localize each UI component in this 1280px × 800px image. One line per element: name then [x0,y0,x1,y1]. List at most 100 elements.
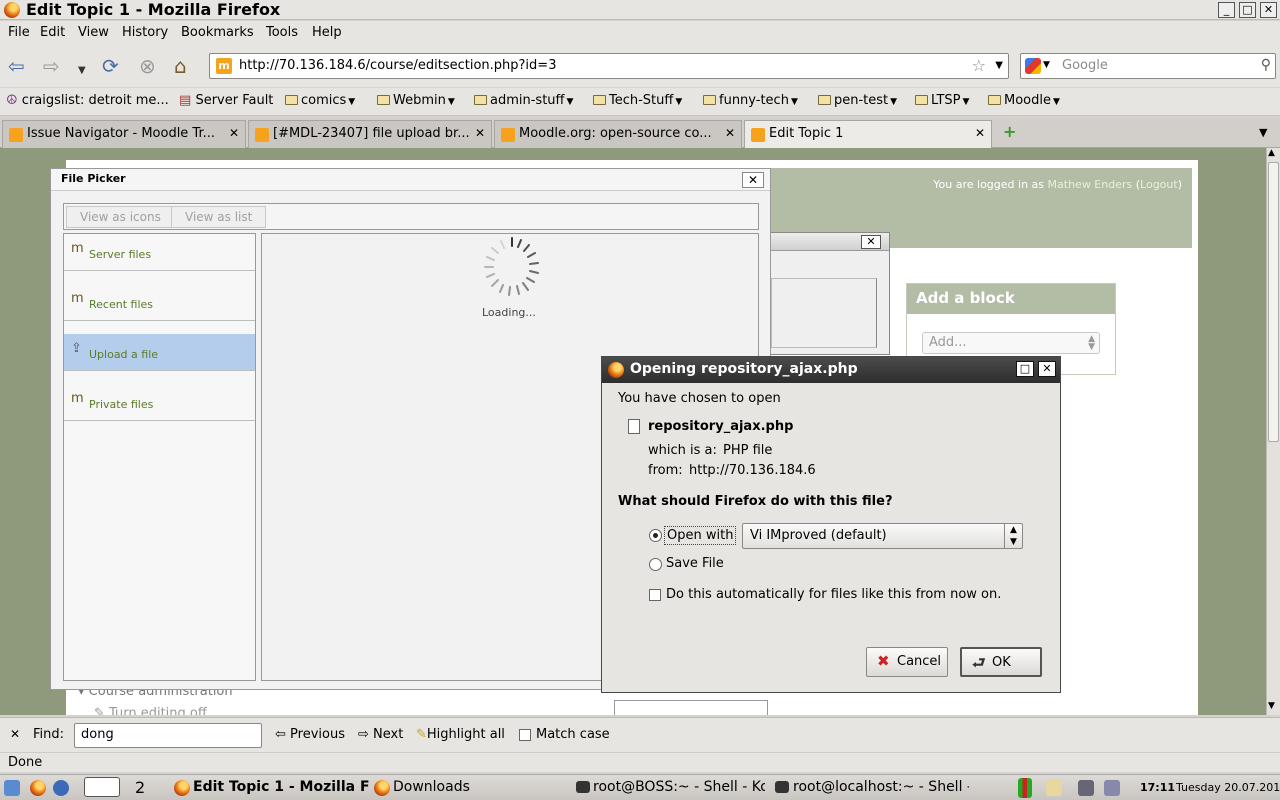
desktop-1-pager[interactable] [84,777,120,797]
forward-icon[interactable]: ⇨ [43,56,60,76]
bookmark-star-icon[interactable]: ☆ [972,56,986,75]
klipper-icon[interactable] [1046,780,1062,796]
find-next-button[interactable]: ⇨ Next [358,727,403,742]
bookmark-folder-ltsp[interactable]: LTSP ▼ [915,93,969,108]
cancel-icon: ✖ [877,652,890,670]
bookmark-serverfault[interactable]: ▤ Server Fault [179,93,273,108]
match-case-checkbox[interactable] [519,729,531,741]
view-as-icons-button[interactable]: View as icons [66,206,175,228]
new-tab-icon[interactable]: + [1003,122,1016,141]
clock-time[interactable]: 17:11 [1140,781,1175,794]
bookmark-craigslist[interactable]: ☮ craigslist: detroit me... [6,93,169,108]
moodle-repo-icon: m [71,241,84,256]
save-file-radio[interactable] [649,558,662,571]
back-icon[interactable]: ⇦ [8,56,25,76]
tab-close-icon[interactable]: ✕ [725,126,735,140]
network-icon[interactable] [1078,780,1094,796]
find-previous-button[interactable]: ⇦ Previous [275,727,345,742]
dialog-close-icon[interactable]: ✕ [1038,361,1056,377]
select-arrows-icon: ▲ ▼ [1088,334,1095,352]
bookmark-folder-tech-stuff[interactable]: Tech-Stuff ▼ [593,93,682,108]
auto-checkbox-label[interactable]: Do this automatically for files like thi… [666,587,1001,602]
find-input[interactable]: dong [74,723,262,748]
bookmark-folder-webmin[interactable]: Webmin ▼ [377,93,455,108]
repo-server-files[interactable]: m Server files [64,234,255,271]
scroll-up-icon[interactable]: ▲ [1268,148,1275,158]
minimize-button[interactable]: _ [1218,2,1235,18]
bookmark-folder-comics[interactable]: comics ▼ [285,93,355,108]
menu-view[interactable]: View [78,25,109,40]
home-icon[interactable]: ⌂ [174,56,187,76]
tab-moodle-org[interactable]: Moodle.org: open-source co... ✕ [494,120,742,148]
menu-bookmarks[interactable]: Bookmarks [181,25,254,40]
tab-close-icon[interactable]: ✕ [229,126,239,140]
dialog-maximize-icon[interactable]: □ [1016,361,1034,377]
repo-upload-a-file[interactable]: ⇪ Upload a file [64,334,255,371]
download-dialog: Opening repository_ajax.php □ ✕ You have… [601,356,1061,693]
google-engine-icon[interactable] [1025,58,1041,74]
url-text[interactable]: http://70.136.184.6/course/editsection.p… [239,58,556,73]
user-link[interactable]: Mathew Enders [1048,178,1133,191]
logout-link[interactable]: Logout [1140,178,1178,191]
menu-tools[interactable]: Tools [266,25,298,40]
find-close-icon[interactable]: ✕ [10,727,20,741]
file-picker-close-icon[interactable]: ✕ [742,172,764,188]
menu-help[interactable]: Help [312,25,342,40]
task-edit-topic[interactable]: Edit Topic 1 - Mozilla Fire [193,779,369,795]
search-magnifier-icon[interactable]: ⚲ [1261,57,1271,73]
menu-file[interactable]: File [8,25,30,40]
tab-edit-topic-1[interactable]: Edit Topic 1 ✕ [744,120,992,150]
repository-list: m Server files m Recent files ⇪ Upload a fi… [63,233,256,681]
desktop-2-pager[interactable]: 2 [135,778,145,797]
auto-checkbox[interactable] [649,589,661,601]
maximize-button[interactable]: □ [1239,2,1256,18]
url-bar[interactable]: m http://70.136.184.6/course/editsection… [209,53,1009,79]
open-with-radio[interactable] [649,529,662,542]
task-downloads[interactable]: Downloads [393,779,483,795]
system-monitor-icon[interactable] [1018,778,1032,798]
tab-list-icon[interactable]: ▼ [1259,126,1267,139]
bookmark-folder-pen-test[interactable]: pen-test ▼ [818,93,897,108]
tab-close-icon[interactable]: ✕ [975,126,985,140]
tab-issue-navigator[interactable]: Issue Navigator - Moodle Tr... ✕ [2,120,246,148]
history-dropdown-icon[interactable]: ▼ [78,61,86,81]
repo-recent-files[interactable]: m Recent files [64,284,255,321]
scroll-thumb[interactable] [1268,162,1279,442]
background-dialog-close-icon[interactable]: ✕ [861,235,881,249]
bookmark-folder-moodle[interactable]: Moodle ▼ [988,93,1060,108]
volume-icon[interactable] [1104,780,1120,796]
kde-menu-icon[interactable] [4,780,20,796]
bookmark-folder-funny-tech[interactable]: funny-tech ▼ [703,93,798,108]
tab-close-icon[interactable]: ✕ [475,126,485,140]
highlight-all-button[interactable]: ✎Highlight all [416,727,505,742]
open-with-select[interactable]: Vi IMproved (default) ▲ ▼ [742,523,1023,549]
ok-button[interactable]: ⮐ OK [960,647,1042,677]
menu-history[interactable]: History [122,25,168,40]
save-file-label[interactable]: Save File [666,556,724,571]
launcher-icon[interactable] [53,780,69,796]
repo-private-files[interactable]: m Private files [64,384,255,421]
task-shell-localhost[interactable]: root@localhost:~ - Shell - K [793,779,969,795]
firefox-launcher-icon[interactable] [30,780,46,796]
add-block-select[interactable]: Add... ▲ ▼ [922,332,1100,354]
page-scrollbar[interactable]: ▲ ▼ [1266,148,1280,715]
background-dialog: ✕ [760,232,890,355]
scroll-down-icon[interactable]: ▼ [1268,701,1275,711]
engine-dropdown-icon[interactable]: ▼ [1043,60,1050,70]
view-as-list-button[interactable]: View as list [171,206,267,228]
turn-editing-off-link[interactable]: ✎ Turn editing off [94,706,207,715]
bookmark-folder-admin-stuff[interactable]: admin-stuff ▼ [474,93,573,108]
open-with-label[interactable]: Open with [664,526,737,545]
search-bar[interactable]: ▼ Google ⚲ [1020,53,1276,79]
clock-date[interactable]: Tuesday 20.07.2010 [1176,781,1280,794]
tab-mdl-23407[interactable]: [#MDL-23407] file upload br... ✕ [248,120,492,148]
cancel-button[interactable]: ✖ Cancel [866,647,948,677]
ok-icon: ⮐ [972,654,986,672]
url-dropdown-icon[interactable]: ▼ [995,60,1003,71]
reload-icon[interactable]: ⟳ [102,56,119,76]
match-case-label[interactable]: Match case [536,727,610,742]
task-shell-boss[interactable]: root@BOSS:~ - Shell - Kon [593,779,765,795]
menu-edit[interactable]: Edit [40,25,65,40]
close-window-button[interactable]: ✕ [1260,2,1277,18]
stop-icon[interactable]: ⊗ [139,56,156,76]
